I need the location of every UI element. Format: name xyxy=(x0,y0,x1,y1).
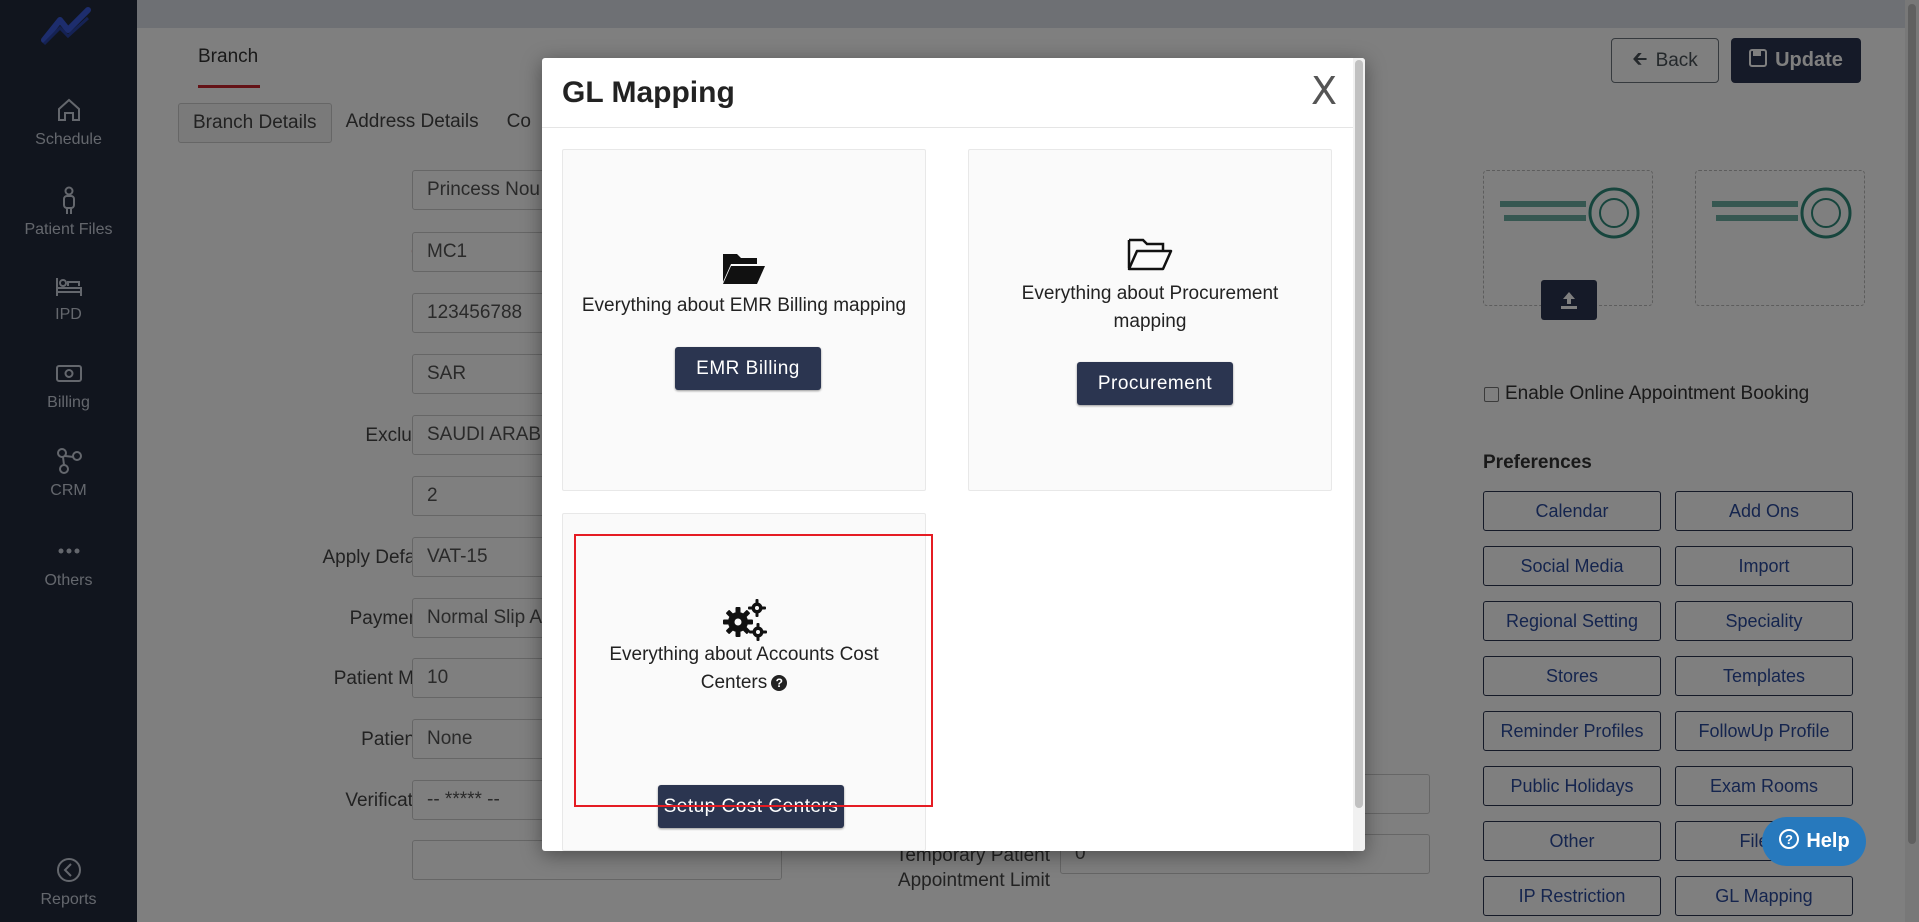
card-emr-billing: Everything about EMR Billing mapping EMR… xyxy=(562,149,926,491)
highlight-box xyxy=(574,534,933,807)
emr-billing-button[interactable]: EMR Billing xyxy=(675,347,821,390)
card-procurement: Everything about Procurement mapping Pro… xyxy=(968,149,1332,491)
svg-text:?: ? xyxy=(1785,832,1793,847)
procurement-button[interactable]: Procurement xyxy=(1077,362,1233,405)
folder-open-icon xyxy=(563,250,925,291)
question-circle-icon: ? xyxy=(1778,828,1800,856)
card-procurement-text: Everything about Procurement mapping xyxy=(1021,283,1279,332)
modal-scrollbar[interactable] xyxy=(1353,58,1365,851)
modal-scrollbar-thumb[interactable] xyxy=(1355,60,1363,808)
card-emr-billing-text: Everything about EMR Billing mapping xyxy=(581,295,907,316)
help-button[interactable]: ? Help xyxy=(1762,817,1866,866)
gl-mapping-modal: GL Mapping X Everything about EMR Billin… xyxy=(542,58,1365,851)
modal-close-button[interactable]: X xyxy=(1303,70,1345,112)
modal-header: GL Mapping X xyxy=(542,58,1365,128)
folder-outline-icon xyxy=(969,236,1331,277)
modal-title: GL Mapping xyxy=(562,76,735,109)
